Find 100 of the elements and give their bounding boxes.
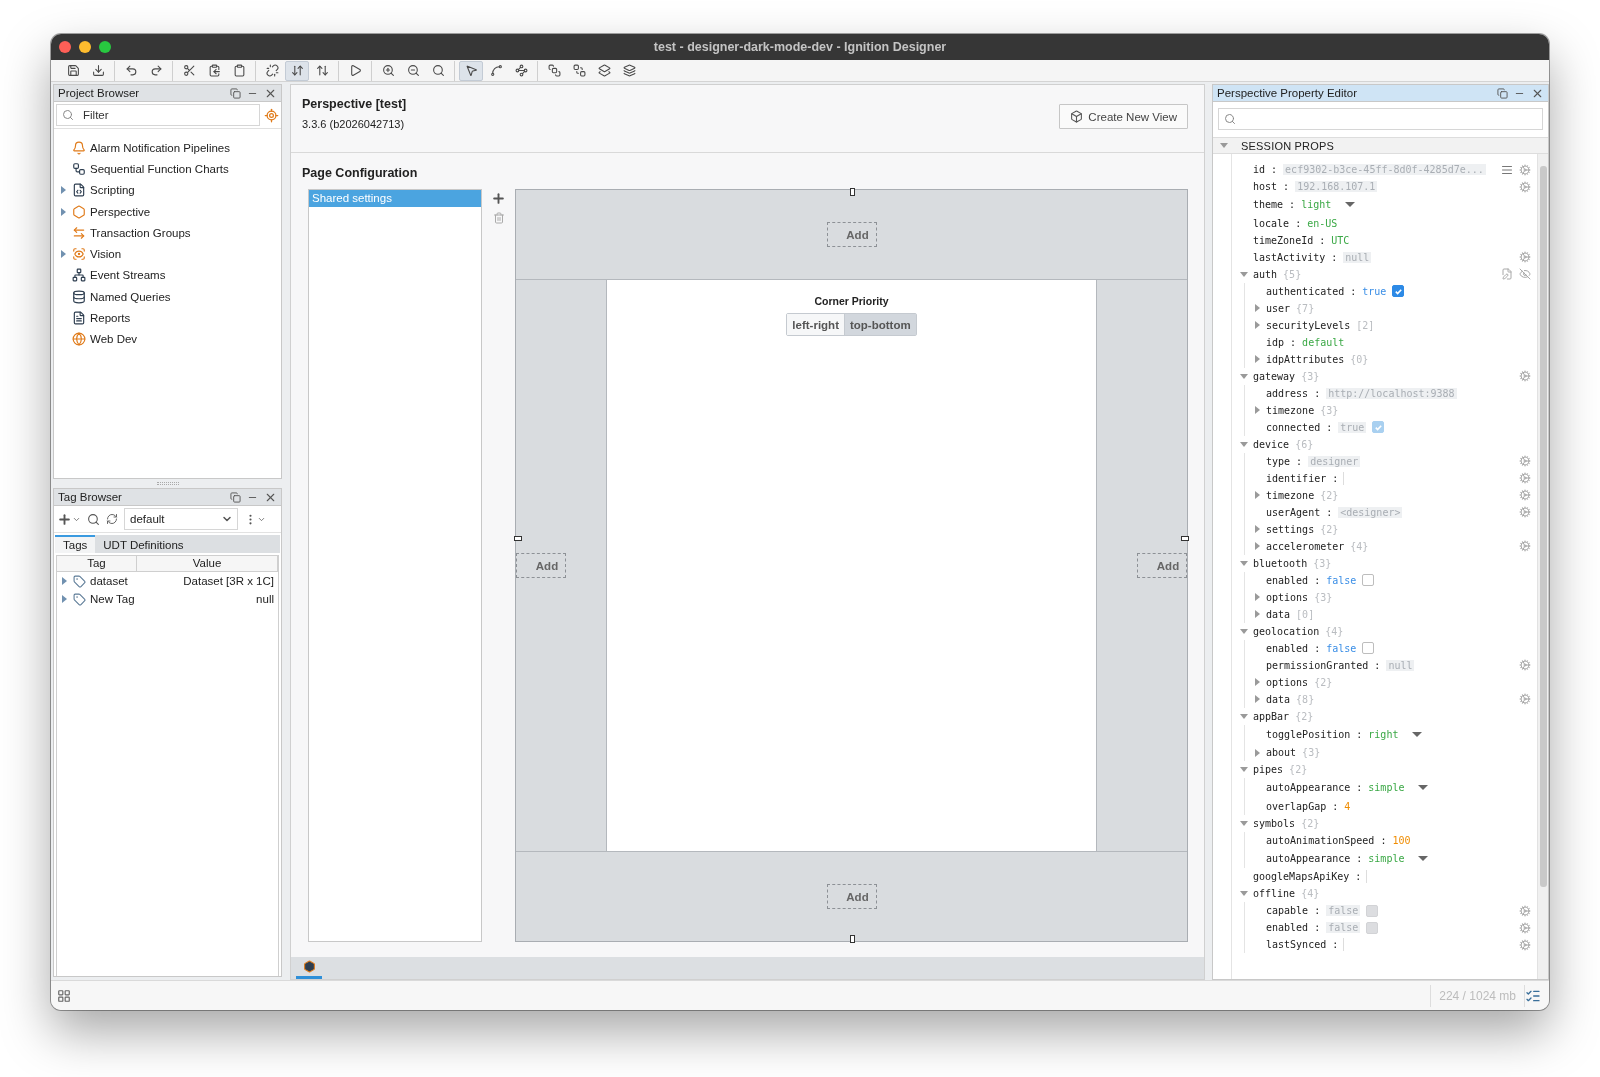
zoom-window-button[interactable] bbox=[99, 41, 111, 53]
value-field[interactable] bbox=[1366, 870, 1369, 883]
gear-icon[interactable] bbox=[1519, 659, 1531, 671]
add-button[interactable]: Add bbox=[1137, 553, 1187, 578]
sort-up-down-icon bbox=[315, 64, 329, 77]
minimize-window-button[interactable] bbox=[79, 41, 91, 53]
dropdown-caret-icon[interactable] bbox=[1418, 855, 1429, 861]
table-cell-text: null bbox=[255, 593, 275, 605]
save-icon bbox=[66, 64, 80, 77]
edit-document-icon[interactable] bbox=[1501, 268, 1513, 280]
undock-icon[interactable] bbox=[1497, 87, 1508, 99]
gear-icon[interactable] bbox=[1519, 938, 1531, 951]
checkbox[interactable] bbox=[1362, 642, 1375, 654]
segment-button[interactable]: top-bottom bbox=[844, 314, 916, 335]
resize-handle[interactable] bbox=[1181, 535, 1189, 541]
child-count: [0] bbox=[1296, 608, 1315, 620]
zoom-in-icon bbox=[381, 64, 395, 77]
dropdown-caret-icon[interactable] bbox=[1418, 785, 1429, 791]
add-button[interactable]: Add bbox=[826, 884, 877, 909]
project-tree-item[interactable]: Reports bbox=[58, 307, 281, 329]
search-icon[interactable] bbox=[87, 512, 100, 526]
play-icon bbox=[348, 64, 362, 77]
close-window-button[interactable] bbox=[59, 41, 71, 53]
add-button[interactable]: Add bbox=[516, 553, 566, 578]
gear-icon[interactable] bbox=[1519, 163, 1531, 176]
property-name: idpAttributes bbox=[1266, 353, 1345, 365]
tab[interactable]: Tags bbox=[55, 535, 96, 553]
property-name: togglePosition : bbox=[1266, 728, 1363, 740]
property-name: authenticated : bbox=[1266, 285, 1357, 297]
checkbox[interactable] bbox=[1392, 285, 1405, 297]
eye-off-icon[interactable] bbox=[1519, 268, 1531, 280]
resize-handle[interactable] bbox=[849, 188, 855, 196]
add-tag-button[interactable] bbox=[57, 511, 81, 527]
provider-dropdown[interactable]: default bbox=[124, 508, 238, 530]
gear-icon[interactable] bbox=[1519, 540, 1531, 552]
project-tree-item[interactable]: Event Streams bbox=[58, 264, 281, 287]
child-count: {2} bbox=[1289, 764, 1308, 775]
dropdown-caret-icon[interactable] bbox=[1345, 202, 1356, 208]
value-field[interactable] bbox=[1343, 471, 1346, 485]
property-name: bluetooth bbox=[1253, 557, 1308, 569]
property-name: about bbox=[1266, 747, 1297, 758]
filter-field[interactable]: Filter bbox=[56, 104, 260, 126]
gear-icon[interactable] bbox=[1519, 370, 1531, 382]
gear-icon[interactable] bbox=[1519, 472, 1531, 484]
property-name: autoAppearance : bbox=[1266, 852, 1363, 864]
pointer-button[interactable] bbox=[459, 60, 483, 81]
locate-icon[interactable] bbox=[264, 107, 279, 123]
dropdown-caret-icon[interactable] bbox=[1412, 731, 1423, 737]
trash-icon[interactable] bbox=[492, 212, 505, 224]
gear-icon[interactable] bbox=[1519, 904, 1531, 917]
property-name: lastActivity : bbox=[1253, 251, 1338, 263]
column-header[interactable]: Value bbox=[137, 556, 278, 571]
gear-icon[interactable] bbox=[1519, 921, 1531, 934]
checkbox[interactable] bbox=[1362, 574, 1375, 586]
project-tree-item[interactable]: Vision bbox=[58, 243, 281, 265]
project-tree-item[interactable]: Scripting bbox=[58, 179, 281, 201]
resize-handle[interactable] bbox=[849, 935, 855, 943]
undock-icon[interactable] bbox=[230, 87, 241, 99]
property-name: accelerometer bbox=[1266, 540, 1345, 552]
splitter-grip[interactable] bbox=[156, 482, 179, 485]
property-name: auth bbox=[1253, 268, 1278, 280]
gear-icon[interactable] bbox=[1519, 489, 1531, 501]
undock-icon[interactable] bbox=[230, 491, 241, 503]
checkbox[interactable] bbox=[1372, 421, 1385, 433]
table-cell: dataset bbox=[90, 575, 128, 587]
project-tree-item[interactable]: Named Queries bbox=[58, 286, 281, 308]
gear-icon[interactable] bbox=[1519, 251, 1531, 263]
property-name: timeZoneId : bbox=[1253, 234, 1326, 246]
project-tree-item[interactable]: Sequential Function Charts bbox=[58, 158, 281, 180]
gear-icon[interactable] bbox=[1519, 455, 1531, 467]
search-field[interactable] bbox=[1218, 108, 1543, 130]
project-tree-item[interactable]: Web Dev bbox=[58, 328, 281, 350]
column-header[interactable]: Tag bbox=[57, 556, 137, 571]
segment-button[interactable]: left-right bbox=[787, 314, 844, 335]
gear-icon[interactable] bbox=[1519, 693, 1531, 705]
scrollbar[interactable] bbox=[1537, 154, 1548, 979]
gear-icon[interactable] bbox=[1519, 506, 1531, 518]
property-name: symbols bbox=[1253, 817, 1296, 829]
curve-icon bbox=[489, 64, 503, 77]
cube-icon bbox=[1070, 110, 1084, 123]
list-icon[interactable] bbox=[1501, 163, 1513, 176]
refresh-icon[interactable] bbox=[106, 513, 118, 525]
project-tree-item[interactable]: Transaction Groups bbox=[58, 222, 281, 244]
hexagon-icon bbox=[72, 204, 86, 219]
property-name: device bbox=[1253, 438, 1290, 450]
tab[interactable]: UDT Definitions bbox=[95, 535, 192, 553]
value-field[interactable] bbox=[1343, 938, 1346, 951]
add-icon[interactable] bbox=[491, 191, 506, 206]
create-view-button[interactable]: Create New View bbox=[1059, 104, 1188, 129]
panel-title: Perspective Property Editor bbox=[1217, 87, 1358, 99]
sort-down-up-button[interactable] bbox=[285, 60, 309, 81]
property-name: theme : bbox=[1253, 199, 1296, 211]
project-tree-item[interactable]: Perspective bbox=[58, 200, 281, 223]
add-button[interactable]: Add bbox=[826, 222, 877, 247]
gear-icon[interactable] bbox=[1519, 180, 1531, 193]
paste-icon bbox=[232, 64, 246, 77]
property-value: en-US bbox=[1307, 217, 1338, 229]
grid-icon[interactable] bbox=[57, 988, 71, 1003]
project-tree-item[interactable]: Alarm Notification Pipelines bbox=[58, 137, 281, 159]
resize-handle[interactable] bbox=[514, 535, 522, 541]
